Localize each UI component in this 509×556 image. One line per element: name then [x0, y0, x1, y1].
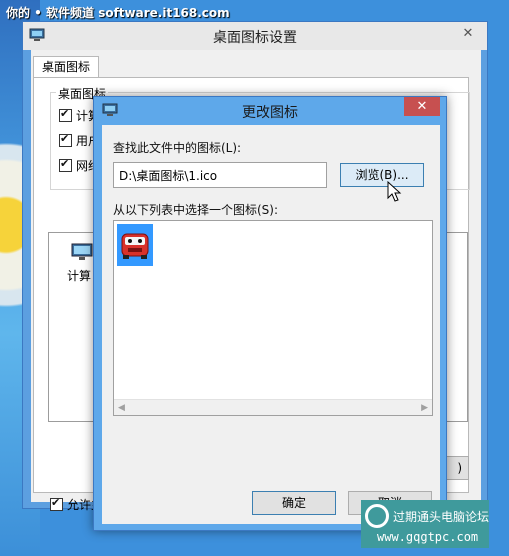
- checkbox-box[interactable]: [59, 157, 72, 172]
- dialog-titlebar[interactable]: 更改图标 ✕: [94, 97, 446, 125]
- window-title: 桌面图标设置: [213, 30, 297, 46]
- forum-url: www.gqgtpc.com: [377, 530, 479, 544]
- close-button[interactable]: ✕: [452, 24, 484, 44]
- selected-icon-item[interactable]: [117, 224, 153, 266]
- forum-watermark: 过期通头电脑论坛 www.gqgtpc.com: [361, 500, 489, 548]
- computer-icon-label: 计算: [67, 269, 92, 283]
- computer-icon[interactable]: [71, 243, 93, 261]
- checkbox-box[interactable]: [59, 132, 72, 147]
- window-titlebar[interactable]: 桌面图标设置 ✕: [23, 22, 487, 50]
- forum-name: 过期通头电脑论坛: [393, 510, 490, 524]
- tab-desktop-icons[interactable]: 桌面图标: [33, 56, 99, 78]
- icon-list[interactable]: ◀ ▶: [113, 220, 433, 416]
- mouse-cursor-icon: [387, 181, 402, 202]
- browse-button[interactable]: 浏览(B)...: [340, 163, 424, 187]
- scroll-right-icon[interactable]: ▶: [421, 403, 428, 413]
- dialog-close-button[interactable]: ✕: [404, 97, 440, 116]
- checkbox-box[interactable]: [59, 107, 72, 122]
- select-icon-label: 从以下列表中选择一个图标(S):: [113, 203, 279, 217]
- ok-button[interactable]: 确定: [252, 491, 336, 515]
- find-icons-label: 查找此文件中的图标(L):: [113, 141, 242, 155]
- dialog-title: 更改图标: [242, 105, 298, 121]
- horizontal-scrollbar[interactable]: ◀ ▶: [114, 399, 432, 415]
- top-watermark: 你的 • 软件频道 software.it168.com: [6, 6, 230, 20]
- checkbox-box[interactable]: [50, 496, 63, 511]
- change-icon-dialog: 更改图标 ✕ 查找此文件中的图标(L): 浏览(B)... 从以下列表中选择一个…: [93, 96, 447, 531]
- forum-logo-icon: [365, 504, 389, 528]
- icon-file-path-input[interactable]: [113, 162, 327, 188]
- red-car-icon: [121, 233, 149, 259]
- scroll-left-icon[interactable]: ◀: [118, 403, 125, 413]
- dialog-client-area: 查找此文件中的图标(L): 浏览(B)... 从以下列表中选择一个图标(S): …: [102, 125, 440, 524]
